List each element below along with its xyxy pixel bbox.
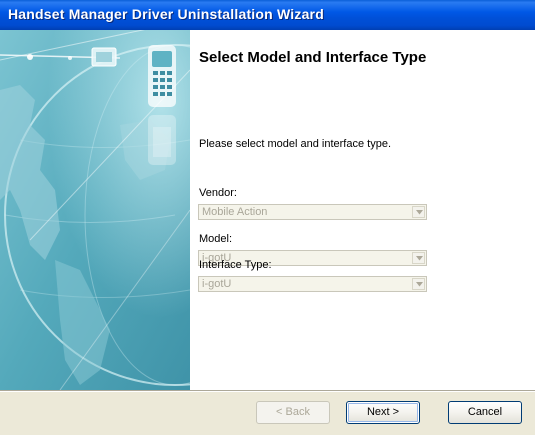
handset-icon [148,45,176,165]
interface-combobox[interactable]: i-gotU [198,276,427,292]
model-dropdown-button[interactable] [412,252,425,264]
page-intro: Please select model and interface type. [199,138,392,150]
dropdown-arrow-icon [416,282,423,287]
cancel-button[interactable]: Cancel [448,401,522,424]
vendor-dropdown-button[interactable] [412,206,425,218]
wizard-content: Select Model and Interface Type Please s… [190,30,535,390]
title-bar[interactable]: Handset Manager Driver Uninstallation Wi… [0,0,535,30]
dropdown-arrow-icon [416,256,423,261]
vendor-combobox[interactable]: Mobile Action [198,204,427,220]
interface-label: Interface Type: [199,259,272,271]
dropdown-arrow-icon [416,210,423,215]
interface-value: i-gotU [202,278,232,290]
globe-art [0,30,190,390]
interface-dropdown-button[interactable] [412,278,425,290]
next-button[interactable]: Next > [346,401,420,424]
window-title: Handset Manager Driver Uninstallation Wi… [8,6,324,22]
back-button[interactable]: < Back [256,401,330,424]
vendor-value: Mobile Action [202,206,268,218]
page-heading: Select Model and Interface Type [199,49,427,66]
button-divider [0,390,535,392]
model-label: Model: [199,233,233,245]
vendor-label: Vendor: [199,187,237,199]
